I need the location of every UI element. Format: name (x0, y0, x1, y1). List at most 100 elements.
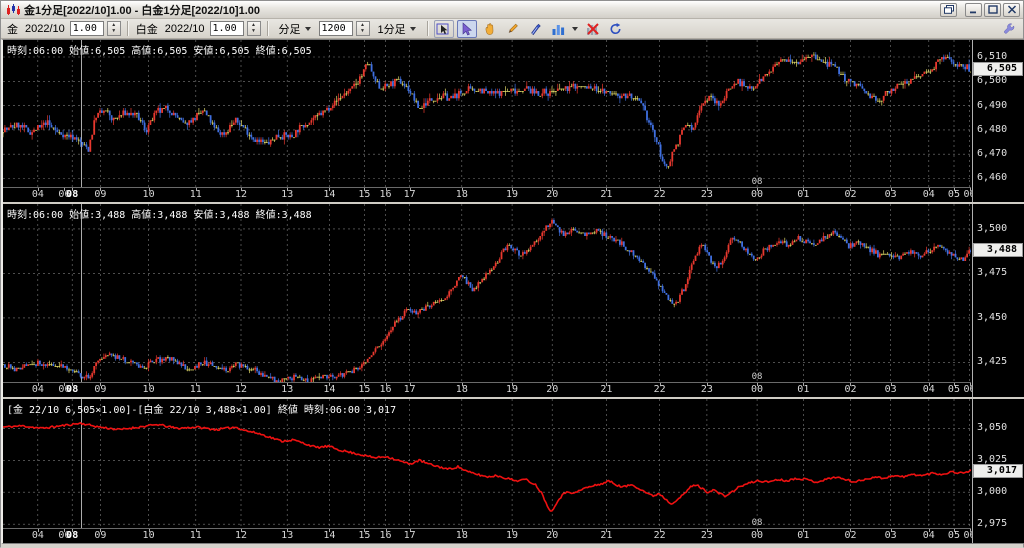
refresh-button[interactable] (606, 20, 626, 38)
x-axis-label: 10 (142, 384, 155, 395)
fountain-pen-icon (531, 23, 541, 35)
x-axis-label: 01 (797, 384, 810, 395)
toolbar-separator (126, 21, 128, 36)
x-axis-label: 04 (31, 384, 44, 395)
gold-candlestick-chart[interactable]: 08 (3, 40, 971, 187)
platinum-symbol-label: 白金 (135, 23, 158, 36)
y-axis-label: 3,425 (977, 356, 1008, 368)
x-axis-label: 02 (844, 530, 857, 541)
bar-type-label: 分足 (278, 23, 301, 36)
platinum-multiplier-input[interactable] (209, 21, 244, 36)
svg-text:08: 08 (752, 372, 763, 382)
svg-text:08: 08 (752, 177, 763, 187)
y-axis-label: 3,450 (977, 311, 1008, 323)
bar-chart-icon (552, 24, 565, 35)
platinum-candlestick-chart[interactable]: 08 (3, 204, 971, 382)
gold-multiplier-stepper[interactable]: ▲ ▼ (106, 21, 121, 36)
x-axis-label: 17 (403, 530, 416, 541)
x-axis-label: 16 (379, 384, 392, 395)
spread-plot-area: 08 [金 22/10 6,505×1.00]-[白金 22/10 3,488×… (3, 399, 976, 543)
x-axis-label: 04 (922, 384, 935, 395)
spread-info-line: [金 22/10 6,505×1.00]-[白金 22/10 3,488×1.0… (7, 405, 397, 416)
select-arrow-icon (462, 21, 473, 35)
x-axis-label: 09 (94, 189, 107, 200)
x-axis-label: 16 (379, 530, 392, 541)
x-axis-label: 16 (379, 189, 392, 200)
x-axis-label: 02 (844, 384, 857, 395)
x-axis-label: 11 (189, 384, 202, 395)
settings-button[interactable] (999, 20, 1019, 38)
spread-y-axis: 3,050 3,025 3,000 2,975 3,017 (972, 399, 1024, 543)
popout-button[interactable] (940, 2, 957, 17)
gold-plot-area: 08 時刻:06:00 始値:6,505 高値:6,505 安値:6,505 終… (3, 40, 976, 202)
minimize-button[interactable] (965, 2, 982, 17)
popout-icon (943, 5, 954, 14)
minimize-icon (969, 11, 976, 14)
spread-line-chart[interactable]: 08 (3, 399, 971, 528)
delete-chart-button[interactable] (583, 20, 603, 38)
platinum-multiplier-stepper[interactable]: ▲ ▼ (246, 21, 261, 36)
x-axis-label: 05 (947, 384, 960, 395)
crosshair-tool-button[interactable] (433, 19, 454, 38)
pencil-tool-button[interactable] (503, 20, 523, 38)
y-axis-label: 3,050 (977, 422, 1008, 434)
x-axis-label: 04 (922, 189, 935, 200)
down-arrow-icon[interactable]: ▼ (108, 29, 120, 36)
bar-count-stepper[interactable]: ▲ ▼ (355, 21, 370, 36)
down-arrow-icon[interactable]: ▼ (248, 29, 260, 36)
maximize-icon (987, 5, 998, 14)
x-axis-label: 23 (700, 530, 713, 541)
y-axis-label: 2,975 (977, 518, 1008, 530)
x-axis-label: 17 (403, 384, 416, 395)
platinum-plot-area: 08 時刻:06:00 始値:3,488 高値:3,488 安値:3,488 終… (3, 204, 976, 397)
x-axis-label: 22 (653, 530, 666, 541)
x-axis-label: 22 (653, 189, 666, 200)
svg-text:08: 08 (752, 518, 763, 528)
x-axis-label: 03 (884, 189, 897, 200)
platinum-x-axis: 04 06 08 09 10 11 12 13 14 15 16 17 18 19 20 21 22 23 00 01… (3, 382, 976, 397)
x-axis-label: 20 (546, 384, 559, 395)
x-axis-label: 02 (844, 189, 857, 200)
close-button[interactable] (1003, 2, 1020, 17)
pen-tool-button[interactable] (526, 20, 546, 38)
down-arrow-icon[interactable]: ▼ (357, 29, 369, 36)
chart-type-button[interactable] (549, 20, 569, 38)
bar-type-dropdown[interactable]: 分足 (274, 21, 316, 37)
x-axis-label: 12 (234, 189, 248, 200)
title-bar[interactable]: 金1分足[2022/10]1.00 - 白金1分足[2022/10]1.00 (1, 1, 1023, 19)
platinum-month-label: 2022/10 (164, 22, 205, 35)
x-axis-label: 04 (922, 530, 935, 541)
current-price-box: 3,488 (973, 243, 1023, 258)
x-axis-label: 00 (751, 189, 764, 200)
x-axis-label: 10 (142, 189, 155, 200)
current-price-box: 3,017 (973, 463, 1023, 478)
y-axis-label: 6,470 (977, 148, 1008, 160)
x-axis-label: 08 (66, 530, 79, 541)
gold-x-axis: 04 06 08 09 10 11 12 13 14 15 16 17 18 19 20 21 22 23 00 01… (3, 187, 976, 202)
chart-type-chevron-icon[interactable] (571, 26, 578, 31)
x-axis-label: 23 (700, 189, 713, 200)
period-dropdown[interactable]: 1分足 (373, 21, 421, 37)
x-axis-label: 21 (600, 384, 613, 395)
wrench-icon (1003, 22, 1014, 34)
x-axis-label: 14 (323, 530, 336, 541)
y-axis-label: 6,490 (977, 99, 1008, 111)
x-axis-label: 15 (358, 189, 371, 200)
bar-count-input[interactable] (318, 21, 353, 36)
hand-tool-button[interactable] (480, 20, 500, 38)
spread-chart-panel: 08 [金 22/10 6,505×1.00]-[白金 22/10 3,488×… (3, 399, 1024, 543)
current-price-box: 6,505 (973, 62, 1023, 77)
toolbar: 金 2022/10 ▲▼ 白金 2022/10 ▲▼ 分足 ▲▼ 1分足 (1, 19, 1023, 39)
x-axis-label: 14 (323, 384, 336, 395)
select-tool-button[interactable] (456, 19, 477, 38)
candlestick-chart-icon (7, 3, 20, 15)
x-axis-label: 20 (546, 530, 559, 541)
gold-multiplier-input[interactable] (69, 21, 104, 36)
platinum-y-axis: 3,500 3,475 3,450 3,425 3,488 (972, 204, 1024, 397)
chart-area: 08 時刻:06:00 始値:6,505 高値:6,505 安値:6,505 終… (1, 39, 1024, 544)
maximize-button[interactable] (984, 2, 1001, 17)
x-axis-label: 13 (281, 189, 294, 200)
refresh-icon (610, 22, 621, 34)
x-axis-label: 13 (281, 530, 294, 541)
x-axis-label: 01 (797, 189, 810, 200)
